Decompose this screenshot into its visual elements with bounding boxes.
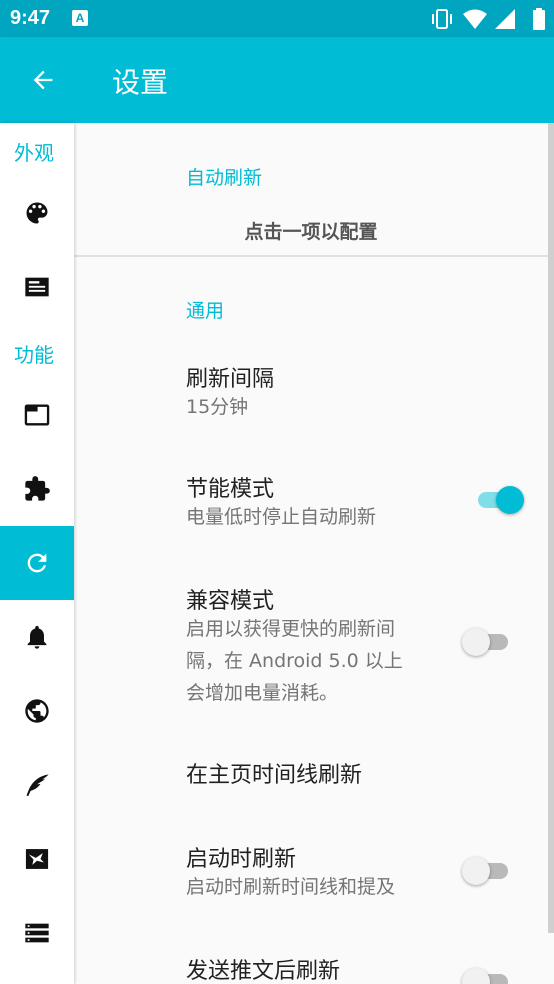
switch-thumb bbox=[496, 486, 524, 514]
pref-refresh-on-start[interactable]: 启动时刷新 启动时刷新时间线和提及 bbox=[74, 823, 548, 913]
storage-list-icon bbox=[25, 923, 49, 943]
pref-refresh-after-tweet[interactable]: 发送推文后刷新 bbox=[74, 935, 548, 984]
notification-badge: A bbox=[72, 10, 88, 26]
section-divider bbox=[74, 255, 548, 257]
scrollbar[interactable] bbox=[548, 123, 554, 933]
page-title: 设置 bbox=[112, 66, 169, 99]
pref-title: 启动时刷新 bbox=[186, 847, 297, 872]
pref-summary: 电量低时停止自动刷新 bbox=[186, 506, 377, 528]
pref-title: 兼容模式 bbox=[186, 589, 275, 614]
pref-summary: 15分钟 bbox=[186, 396, 249, 418]
settings-sidebar: 外观 功能 bbox=[0, 123, 74, 984]
settings-content: 自动刷新 点击一项以配置 通用 刷新间隔 15分钟 节能模式 电量低时停止自动刷… bbox=[74, 123, 548, 984]
pref-summary-line: 隔，在 Android 5.0 以上 bbox=[186, 650, 403, 672]
browser-window-icon bbox=[24, 404, 50, 426]
sidebar-item-extensions[interactable] bbox=[0, 452, 74, 526]
pref-title: 在主页时间线刷新 bbox=[186, 763, 363, 788]
pref-summary-line: 启用以获得更快的刷新间 bbox=[186, 618, 396, 640]
app-bar: 设置 bbox=[0, 37, 554, 123]
sidebar-item-card[interactable] bbox=[0, 250, 74, 324]
category-auto-refresh: 自动刷新 bbox=[186, 167, 263, 189]
switch-thumb bbox=[462, 628, 490, 656]
vibrate-icon bbox=[432, 9, 452, 29]
sidebar-item-tabs[interactable] bbox=[0, 378, 74, 452]
sidebar-section-function: 功能 bbox=[14, 343, 54, 367]
pref-title: 刷新间隔 bbox=[186, 367, 275, 392]
signal-icon bbox=[495, 9, 515, 29]
switch-thumb bbox=[462, 857, 490, 885]
compatibility-switch[interactable] bbox=[462, 625, 512, 659]
globe-icon bbox=[25, 699, 49, 723]
pref-refresh-interval[interactable]: 刷新间隔 15分钟 bbox=[74, 343, 548, 433]
sidebar-item-notifications[interactable] bbox=[0, 600, 74, 674]
arrow-back-icon bbox=[33, 70, 53, 90]
pref-compatibility-mode[interactable]: 兼容模式 启用以获得更快的刷新间 隔，在 Android 5.0 以上 会增加电… bbox=[74, 565, 548, 715]
pref-title: 节能模式 bbox=[186, 477, 275, 502]
back-button[interactable] bbox=[20, 57, 66, 103]
pref-title: 发送推文后刷新 bbox=[186, 959, 341, 984]
battery-icon bbox=[533, 8, 545, 30]
sidebar-section-appearance: 外观 bbox=[14, 141, 54, 165]
palette-icon bbox=[26, 202, 48, 224]
status-time: 9:47 bbox=[10, 7, 51, 29]
refresh-on-start-switch[interactable] bbox=[462, 854, 512, 888]
status-bar: 9:47 A bbox=[0, 0, 554, 37]
sidebar-item-refresh[interactable] bbox=[0, 526, 74, 600]
notification-bell-icon bbox=[27, 625, 47, 649]
refresh-icon bbox=[27, 553, 47, 573]
pref-power-saving-mode[interactable]: 节能模式 电量低时停止自动刷新 bbox=[74, 453, 548, 543]
extension-icon bbox=[25, 476, 50, 501]
sidebar-item-twitter[interactable] bbox=[0, 822, 74, 896]
switch-thumb bbox=[462, 968, 490, 984]
refresh-after-tweet-switch[interactable] bbox=[462, 965, 512, 984]
card-text-icon bbox=[25, 277, 49, 297]
bird-frame-icon bbox=[25, 849, 49, 869]
sidebar-item-compose[interactable] bbox=[0, 748, 74, 822]
sidebar-item-theme[interactable] bbox=[0, 176, 74, 250]
quill-icon bbox=[26, 774, 49, 797]
pref-summary-line: 会增加电量消耗。 bbox=[186, 682, 339, 704]
sidebar-item-storage[interactable] bbox=[0, 896, 74, 970]
power-saving-switch[interactable] bbox=[474, 483, 524, 517]
wifi-icon bbox=[463, 9, 487, 29]
sidebar-item-network[interactable] bbox=[0, 674, 74, 748]
pref-refresh-home-timeline[interactable]: 在主页时间线刷新 bbox=[74, 739, 548, 809]
pref-summary: 启动时刷新时间线和提及 bbox=[186, 876, 396, 898]
auto-refresh-info: 点击一项以配置 bbox=[244, 221, 378, 243]
category-general: 通用 bbox=[186, 300, 225, 322]
